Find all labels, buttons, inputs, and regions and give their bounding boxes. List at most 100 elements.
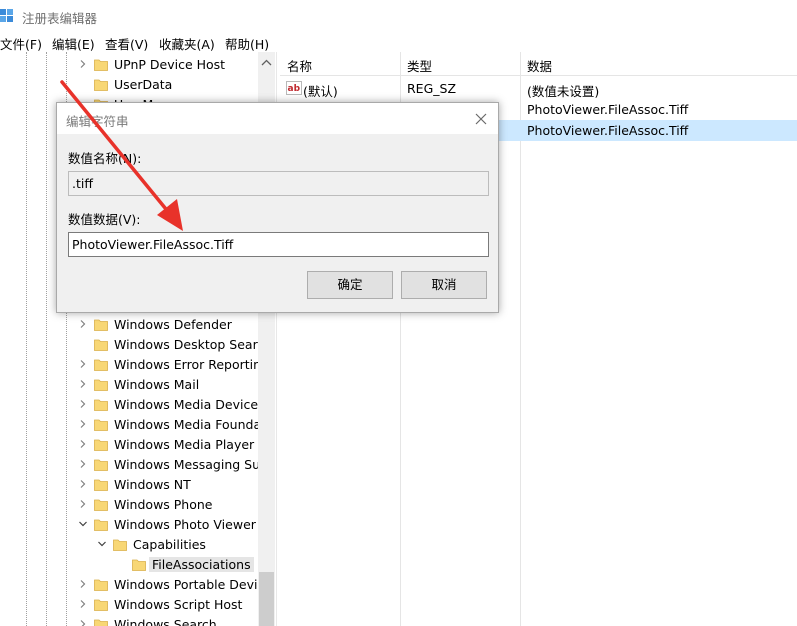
menu-file[interactable]: 文件(F): [0, 34, 42, 53]
tree-item[interactable]: Windows Media Foundati: [0, 415, 270, 435]
column-header-type[interactable]: 类型: [407, 56, 432, 75]
chevron-right-icon[interactable]: [78, 417, 88, 431]
tree-item-label: Windows Phone: [114, 497, 213, 512]
column-header-data[interactable]: 数据: [527, 56, 552, 75]
menu-bar: 文件(F) 编辑(E) 查看(V) 收藏夹(A) 帮助(H): [0, 32, 797, 52]
folder-icon: [94, 618, 108, 626]
scroll-up-icon[interactable]: [258, 56, 275, 70]
tree-item[interactable]: Windows Script Host: [0, 595, 258, 615]
value-type: REG_SZ: [407, 81, 457, 96]
chevron-right-icon[interactable]: [78, 597, 88, 611]
value-data-field[interactable]: PhotoViewer.FileAssoc.Tiff: [68, 232, 489, 257]
window-title: 注册表编辑器: [22, 11, 98, 26]
folder-icon: [94, 458, 108, 471]
tree-item[interactable]: Windows Media Player N: [0, 435, 268, 455]
value-data: PhotoViewer.FileAssoc.Tiff: [527, 123, 689, 138]
tree-item-label: Windows Media Device M: [114, 397, 273, 412]
folder-icon: [94, 78, 108, 91]
tree-item[interactable]: Capabilities: [0, 535, 258, 555]
tree-item-label: Windows Media Player N: [114, 437, 268, 452]
dialog-title-bar: 编辑字符串: [57, 103, 498, 134]
chevron-right-icon[interactable]: [78, 617, 88, 626]
chevron-right-icon[interactable]: [78, 57, 88, 71]
tree-item-label: Windows Defender: [114, 317, 232, 332]
ok-button[interactable]: 确定: [307, 271, 393, 299]
tree-item-label: FileAssociations: [149, 557, 254, 572]
regedit-icon: [0, 9, 15, 23]
tree-item[interactable]: UserData: [0, 75, 258, 95]
svg-text:ab: ab: [288, 84, 301, 94]
tree-item-label: Windows Photo Viewer: [114, 517, 256, 532]
tree-item[interactable]: Windows Media Device M: [0, 395, 273, 415]
value-data: (数值未设置): [527, 84, 600, 99]
chevron-down-icon[interactable]: [97, 537, 107, 551]
chevron-right-icon[interactable]: [78, 397, 88, 411]
chevron-down-icon[interactable]: [78, 517, 88, 531]
chevron-right-icon[interactable]: [78, 437, 88, 451]
chevron-right-icon[interactable]: [78, 377, 88, 391]
tree-item-label: UserData: [114, 77, 173, 92]
tree-item[interactable]: Windows Desktop Search: [0, 335, 272, 355]
folder-icon: [94, 438, 108, 451]
folder-icon: [94, 378, 108, 391]
folder-icon: [94, 338, 108, 351]
tree-item-label: Capabilities: [133, 537, 206, 552]
chevron-right-icon[interactable]: [78, 497, 88, 511]
menu-edit[interactable]: 编辑(E): [52, 34, 95, 53]
tree-item[interactable]: UPnP Device Host: [0, 55, 258, 75]
edit-string-dialog: 编辑字符串 数值名称(N): .tiff 数值数据(V): PhotoViewe…: [56, 102, 499, 313]
chevron-right-icon[interactable]: [78, 317, 88, 331]
chevron-right-icon[interactable]: [78, 457, 88, 471]
tree-item-label: Windows Script Host: [114, 597, 243, 612]
folder-icon: [94, 318, 108, 331]
tree-item-selected[interactable]: FileAssociations: [0, 555, 258, 575]
string-value-icon: ab: [286, 81, 302, 95]
tree-item-label: UPnP Device Host: [114, 57, 226, 72]
folder-icon: [94, 358, 108, 371]
value-data-label: 数值数据(V):: [68, 212, 141, 227]
value-name-label: 数值名称(N):: [68, 151, 142, 166]
folder-icon: [94, 398, 108, 411]
menu-help[interactable]: 帮助(H): [225, 34, 269, 53]
tree-item-label: Windows Error Reporting: [114, 357, 269, 372]
tree-item-label: Windows Desktop Search: [114, 337, 273, 352]
value-name-field[interactable]: .tiff: [68, 171, 489, 196]
cancel-button[interactable]: 取消: [401, 271, 487, 299]
chevron-right-icon[interactable]: [78, 577, 88, 591]
tree-item[interactable]: Windows NT: [0, 475, 258, 495]
close-icon[interactable]: [471, 109, 491, 129]
folder-icon: [113, 538, 127, 551]
folder-icon: [94, 478, 108, 491]
menu-favorites[interactable]: 收藏夹(A): [159, 34, 215, 53]
value-data: PhotoViewer.FileAssoc.Tiff: [527, 102, 689, 117]
folder-icon: [132, 558, 146, 571]
chevron-right-icon[interactable]: [78, 357, 88, 371]
tree-item-label: Windows Mail: [114, 377, 200, 392]
list-header: 名称 类型 数据: [280, 52, 797, 76]
chevron-right-icon[interactable]: [78, 477, 88, 491]
folder-icon: [94, 578, 108, 591]
dialog-title: 编辑字符串: [66, 114, 129, 129]
value-name: (默认): [303, 84, 338, 99]
folder-icon: [94, 58, 108, 71]
tree-item[interactable]: Windows Defender: [0, 315, 258, 335]
tree-item[interactable]: Windows Error Reporting: [0, 355, 269, 375]
folder-icon: [94, 418, 108, 431]
tree-item-label: Windows NT: [114, 477, 191, 492]
tree-item-label: Windows Search: [114, 617, 217, 626]
tree-item[interactable]: Windows Phone: [0, 495, 258, 515]
tree-item[interactable]: Windows Messaging Sub: [0, 455, 268, 475]
registry-editor-window: 注册表编辑器 文件(F) 编辑(E) 查看(V) 收藏夹(A) 帮助(H) UP…: [0, 0, 797, 626]
tree-item[interactable]: Windows Photo Viewer: [0, 515, 258, 535]
column-header-name[interactable]: 名称: [287, 56, 312, 75]
menu-view[interactable]: 查看(V): [105, 34, 148, 53]
tree-item-label: Windows Portable Device: [114, 577, 273, 592]
title-bar: 注册表编辑器: [0, 0, 797, 32]
tree-item[interactable]: Windows Search: [0, 615, 258, 626]
tree-item[interactable]: Windows Mail: [0, 375, 258, 395]
list-row[interactable]: ab (默认) REG_SZ (数值未设置): [280, 78, 797, 99]
folder-icon: [94, 598, 108, 611]
tree-scroll-thumb[interactable]: [259, 572, 274, 626]
tree-item[interactable]: Windows Portable Device: [0, 575, 272, 595]
folder-icon: [94, 518, 108, 531]
